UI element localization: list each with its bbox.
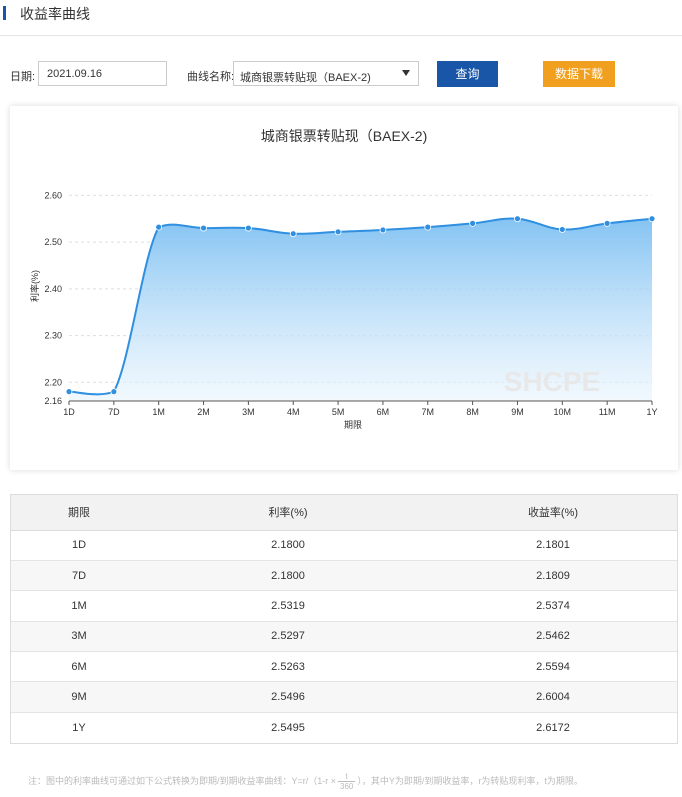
x-tick-label: 5M: [332, 407, 345, 417]
x-tick-label: 10M: [554, 407, 572, 417]
y-axis-label: 利率(%): [29, 270, 40, 302]
data-point[interactable]: [289, 230, 297, 238]
cell-yield: 2.1809: [429, 560, 677, 592]
note-suffix: ），其中Y为即期/到期收益率，r为转贴现利率，t为期限。: [357, 775, 583, 786]
data-point[interactable]: [558, 226, 566, 233]
column-header-term: 期限: [11, 495, 147, 531]
yield-curve-chart: 城商银票转贴现（BAEX-2) SHCPE 2.60 2.50 2.40 2.30 2.…: [29, 128, 658, 430]
fraction-numerator: t: [338, 772, 356, 782]
x-tick-label: 3M: [242, 407, 255, 417]
column-header-yield: 收益率(%): [429, 495, 677, 531]
section-header: 收益率曲线: [0, 0, 682, 36]
data-point[interactable]: [648, 215, 656, 223]
cell-term: 1M: [11, 590, 147, 622]
table-header-row: 期限 利率(%) 收益率(%): [11, 495, 677, 531]
query-button[interactable]: 查询: [437, 61, 498, 87]
cell-rate: 2.5319: [147, 590, 429, 622]
x-tick-label: 1Y: [646, 407, 657, 417]
fraction-denominator: 360: [340, 782, 354, 791]
data-point[interactable]: [379, 226, 387, 234]
x-tick-label: 1D: [63, 407, 75, 417]
y-tick-label: 2.30: [44, 331, 62, 341]
x-tick-label: 9M: [511, 407, 524, 417]
cell-term: 6M: [11, 651, 147, 683]
rate-table: 期限 利率(%) 收益率(%) 1D 2.1800 2.1801 7D 2.1800 2…: [10, 494, 678, 744]
date-label: 日期:: [10, 71, 36, 83]
data-point[interactable]: [469, 219, 477, 227]
x-tick-label: 4M: [287, 407, 300, 417]
table-row: 3M 2.5297 2.5462: [11, 621, 677, 653]
column-header-rate: 利率(%): [147, 495, 429, 531]
download-button[interactable]: 数据下载: [543, 61, 615, 87]
cell-yield: 2.1801: [429, 530, 677, 561]
filter-bar: 日期: 2021.09.16 曲线名称: 城商银票转贴现（BAEX-2) 查询 …: [0, 60, 682, 88]
formula-note: 注：图中的利率曲线可通过如下公式转换为即期/到期收益率曲线：Y=r/（1-r ×…: [28, 772, 583, 791]
header-accent-bar: [3, 6, 6, 20]
cell-term: 9M: [11, 681, 147, 713]
x-tick-label: 2M: [197, 407, 210, 417]
cell-term: 3M: [11, 621, 147, 653]
x-tick-label: 7D: [108, 407, 120, 417]
cell-rate: 2.5297: [147, 621, 429, 653]
curve-select-value: 城商银票转贴现（BAEX-2): [240, 72, 371, 84]
data-point[interactable]: [334, 228, 342, 236]
x-tick-label: 6M: [377, 407, 390, 417]
y-tick-label: 2.60: [44, 190, 62, 200]
cell-yield: 2.6004: [429, 681, 677, 713]
x-tick-label: 8M: [466, 407, 479, 417]
cell-rate: 2.5495: [271, 721, 305, 734]
cell-yield: 2.6172: [536, 721, 570, 734]
table-row: 6M 2.5263 2.5594: [11, 651, 677, 683]
data-point[interactable]: [65, 388, 73, 396]
table-row: 1M 2.5319 2.5374: [11, 590, 677, 622]
chart-card: 城商银票转贴现（BAEX-2) SHCPE 2.60 2.50 2.40 2.30 2.…: [10, 106, 678, 470]
y-tick-label: 2.20: [44, 377, 62, 387]
data-point[interactable]: [514, 215, 521, 223]
data-point[interactable]: [244, 224, 252, 232]
data-point[interactable]: [603, 219, 611, 227]
cell-rate: 2.5263: [147, 651, 429, 683]
cell-yield: 2.5462: [429, 621, 677, 653]
section-title: 收益率曲线: [20, 6, 90, 22]
chevron-down-icon: [402, 70, 410, 76]
y-tick-label: 2.16: [44, 396, 62, 406]
note-prefix: 注：图中的利率曲线可通过如下公式转换为即期/到期收益率曲线：Y=r/（1-r ×: [28, 775, 337, 786]
cell-rate: 2.5496: [147, 681, 429, 713]
curve-label: 曲线名称:: [187, 71, 235, 83]
cell-rate: 2.1800: [147, 530, 429, 561]
data-point[interactable]: [155, 223, 163, 231]
data-point[interactable]: [424, 223, 432, 231]
curve-select[interactable]: 城商银票转贴现（BAEX-2): [233, 61, 419, 86]
x-tick-label: 1M: [152, 407, 165, 417]
data-point[interactable]: [200, 224, 207, 232]
cell-rate: 2.1800: [147, 560, 429, 592]
cell-yield: 2.5374: [429, 590, 677, 622]
cell-yield: 2.5594: [429, 651, 677, 683]
cell-term: 1D: [11, 530, 147, 561]
x-tick-label: 7M: [422, 407, 435, 417]
watermark: SHCPE: [504, 366, 600, 397]
y-tick-label: 2.40: [44, 284, 62, 294]
y-tick-label: 2.50: [44, 237, 62, 247]
table-row: 7D 2.1800 2.1809: [11, 560, 677, 592]
x-tick-label: 11M: [599, 407, 616, 417]
date-input[interactable]: 2021.09.16: [38, 61, 167, 86]
x-axis-label: 期限: [344, 420, 362, 430]
cell-term: 1Y: [72, 721, 86, 734]
table-row: 1Y 2.5495 2.6172: [11, 712, 677, 742]
formula-fraction: t 360: [338, 772, 356, 791]
table-row: 1D 2.1800 2.1801: [11, 530, 677, 561]
cell-term: 7D: [11, 560, 147, 592]
table-row: 9M 2.5496 2.6004: [11, 681, 677, 713]
data-point[interactable]: [110, 388, 118, 396]
chart-title: 城商银票转贴现（BAEX-2): [261, 128, 427, 144]
